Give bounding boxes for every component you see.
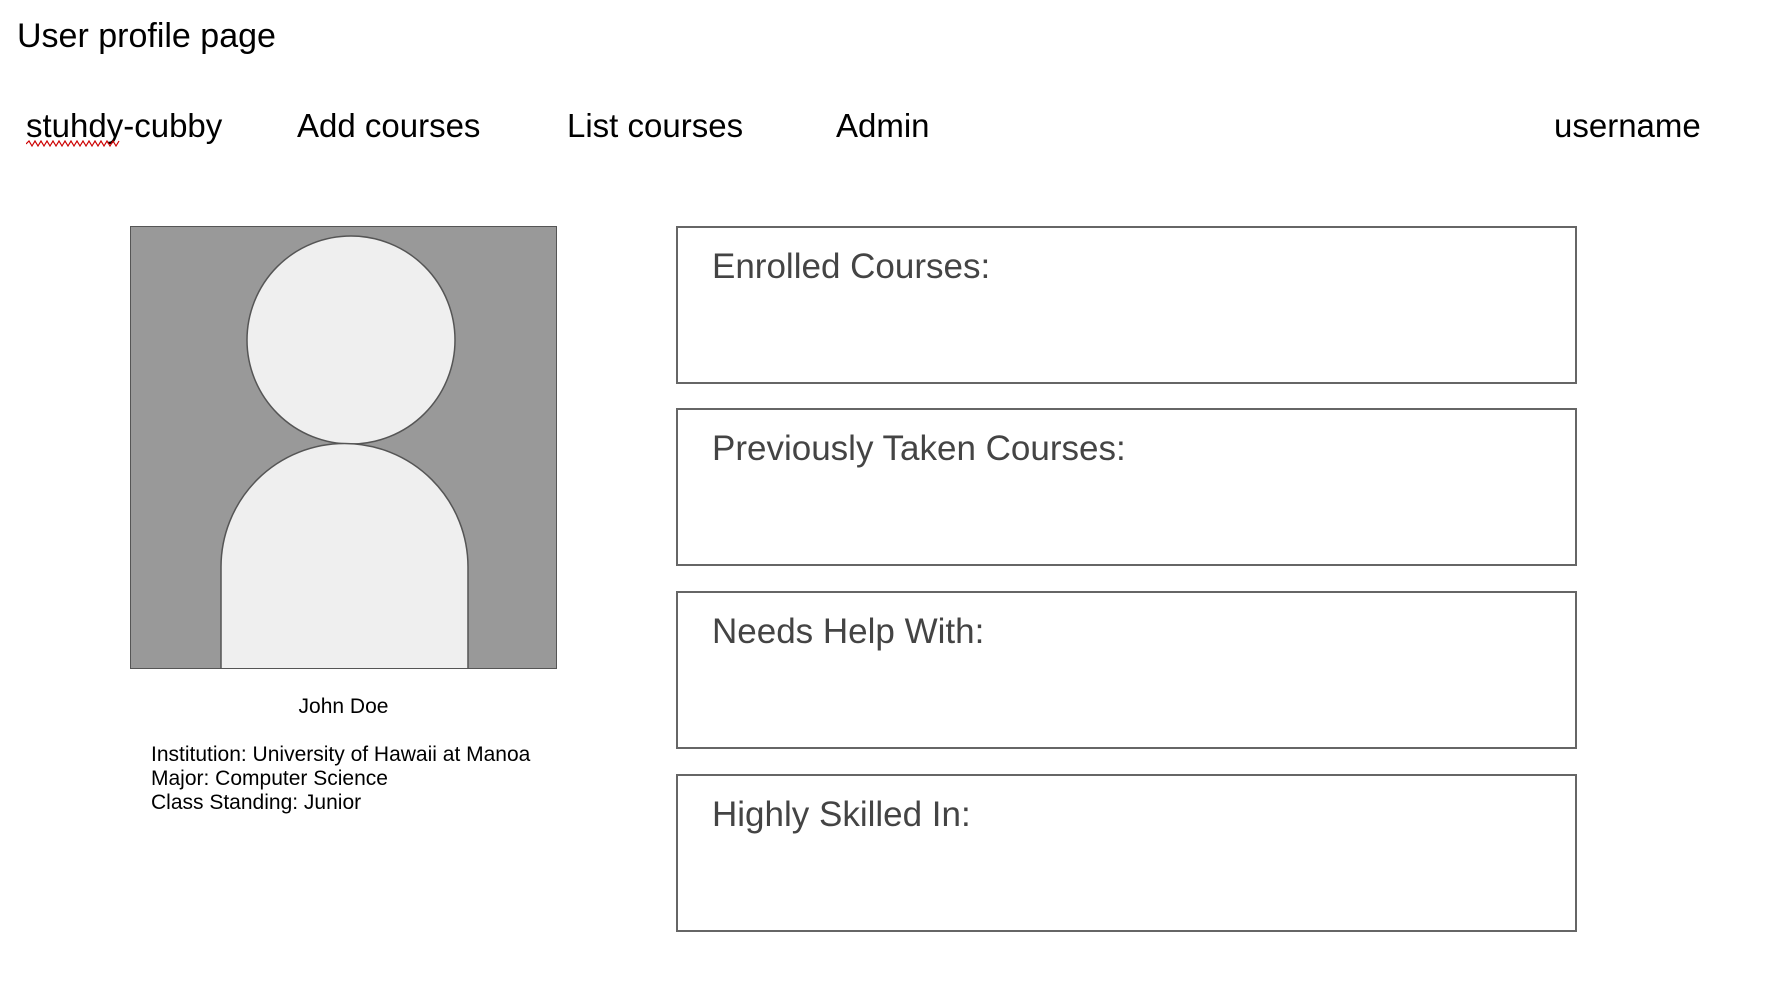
profile-name: John Doe <box>298 695 389 718</box>
needs-help-title: Needs Help With: <box>712 612 985 651</box>
nav-add-courses[interactable]: Add courses <box>297 106 480 146</box>
user-silhouette-icon <box>220 235 469 668</box>
profile-class-standing: Class Standing: Junior <box>151 791 362 814</box>
spellcheck-underline <box>26 140 120 148</box>
profile-major: Major: Computer Science <box>151 767 388 790</box>
needs-help-box: Needs Help With: <box>676 591 1577 749</box>
nav-list-courses[interactable]: List courses <box>567 106 743 146</box>
page-title: User profile page <box>17 17 276 55</box>
username-link[interactable]: username <box>1554 106 1701 146</box>
profile-institution: Institution: University of Hawaii at Man… <box>151 743 531 766</box>
avatar <box>130 226 557 669</box>
enrolled-courses-title: Enrolled Courses: <box>712 247 991 286</box>
enrolled-courses-box: Enrolled Courses: <box>676 226 1577 384</box>
nav-admin[interactable]: Admin <box>836 106 930 146</box>
profile-details: Institution: University of Hawaii at Man… <box>151 743 530 815</box>
previous-courses-title: Previously Taken Courses: <box>712 429 1126 468</box>
previous-courses-box: Previously Taken Courses: <box>676 408 1577 566</box>
skilled-in-box: Highly Skilled In: <box>676 774 1577 932</box>
skilled-in-title: Highly Skilled In: <box>712 795 971 834</box>
